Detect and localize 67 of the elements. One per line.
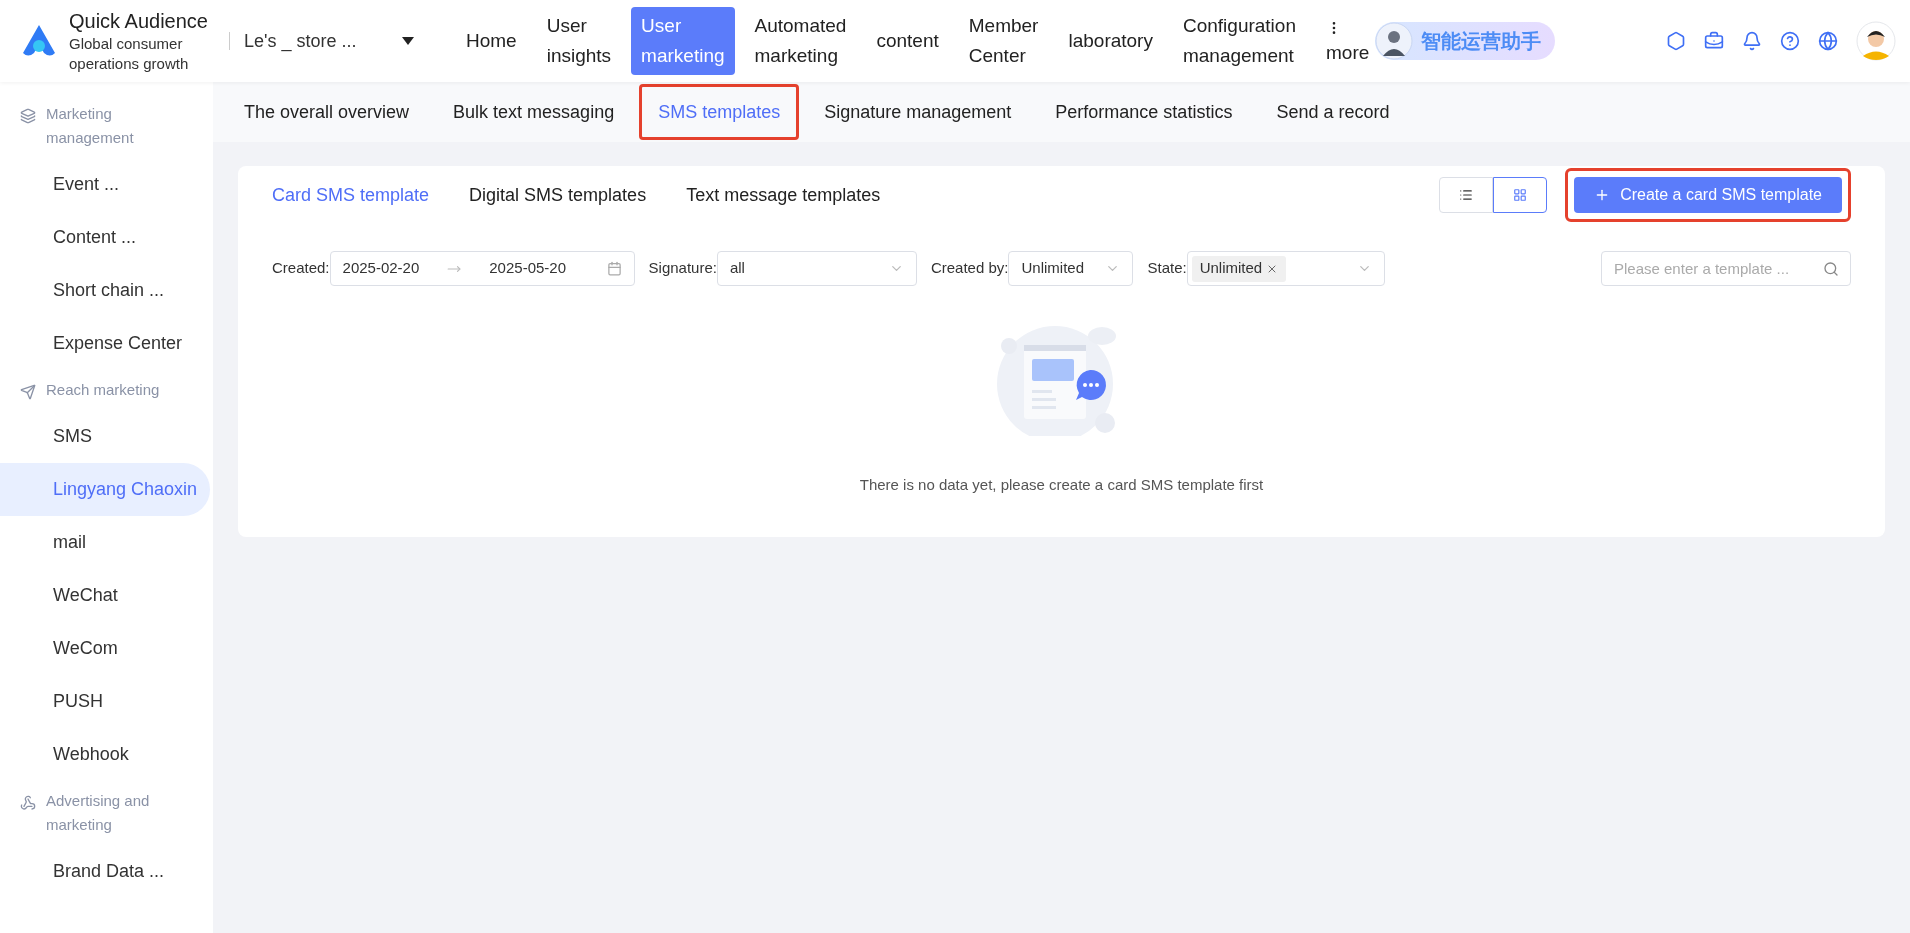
start-date: 2025-02-20 [342, 258, 420, 279]
user-avatar[interactable] [1856, 21, 1896, 61]
section-tab[interactable]: Performance statistics [1036, 84, 1252, 140]
product-title: Quick Audience [69, 9, 209, 34]
list-view-button[interactable] [1439, 177, 1494, 213]
template-tab[interactable]: Card SMS template [272, 181, 430, 209]
state-tag[interactable]: Unlimited [1191, 255, 1287, 282]
sidebar-group-title: Marketing management [46, 104, 135, 148]
store-selector[interactable]: Le's _ store ... [244, 27, 414, 55]
section-tab[interactable]: Bulk text messaging [434, 84, 634, 140]
search-icon [1823, 261, 1839, 277]
empty-state-message: There is no data yet, please create a card SMS template first [859, 475, 1264, 495]
sidebar-item[interactable]: Short chain ... [0, 264, 210, 317]
end-date: 2025-05-20 [489, 258, 566, 279]
create-template-button[interactable]: Create a card SMS template [1574, 177, 1842, 213]
help-icon[interactable] [1780, 31, 1800, 51]
section-tab[interactable]: Send a record [1257, 84, 1409, 140]
select-value: Unlimited [1021, 258, 1084, 279]
section-tab[interactable]: Signature management [805, 84, 1031, 140]
section-tab[interactable]: SMS templates [639, 84, 800, 140]
list-icon [1459, 188, 1474, 202]
product-subtitle: Global consumer operations growth [69, 34, 190, 74]
sidebar-item[interactable]: Content ... [0, 211, 210, 264]
grid-view-button[interactable] [1493, 177, 1548, 213]
search-field[interactable]: Please enter a template ... [1601, 251, 1851, 286]
nav-tab[interactable]: content [866, 22, 949, 60]
nav-tab[interactable]: User insights [536, 7, 622, 75]
sidebar-group-title: Reach marketing [46, 380, 160, 400]
nav-tab[interactable]: User marketing [631, 7, 735, 75]
sidebar-item[interactable]: SMS [0, 410, 210, 463]
grid-icon [1513, 188, 1528, 202]
filter-label: Created: [272, 258, 330, 279]
sidebar-group-title: Advertising and marketing [46, 791, 151, 835]
nav-tab[interactable]: Configuration management [1172, 7, 1306, 75]
assistant-avatar-icon [1375, 22, 1414, 60]
signature-select[interactable]: all [716, 251, 917, 286]
template-tab[interactable]: Text message templates [686, 181, 881, 209]
filter-label: Signature: [648, 258, 717, 279]
nav-tab[interactable]: Automated marketing [744, 7, 857, 75]
sidebar-item[interactable]: Brand Data ... [0, 845, 210, 898]
briefcase-icon[interactable] [1704, 31, 1724, 51]
creator-select[interactable]: Unlimited [1008, 251, 1134, 286]
sidebar-item[interactable]: WeChat [0, 569, 210, 622]
nav-tab[interactable]: laboratory [1058, 22, 1163, 60]
calendar-icon [606, 261, 622, 276]
sidebar-item[interactable]: WeCom [0, 622, 210, 675]
bell-icon[interactable] [1742, 31, 1762, 51]
group-icon [20, 795, 36, 811]
globe-icon[interactable] [1818, 31, 1838, 51]
filter-label: State: [1147, 258, 1187, 279]
sidebar-item[interactable]: Lingyang Chaoxin [0, 463, 210, 516]
dropdown-caret-icon [402, 37, 414, 45]
date-range-field[interactable]: 2025-02-20 2025-05-20 [329, 251, 635, 286]
nav-tab[interactable]: Member Center [958, 7, 1049, 75]
nav-tab[interactable]: Home [456, 22, 527, 60]
sidebar-item[interactable]: mail [0, 516, 210, 569]
sidebar-item[interactable]: PUSH [0, 675, 210, 728]
select-value: all [729, 258, 745, 279]
sidebar-item[interactable]: Expense Center [0, 317, 210, 370]
filter-label: Created by: [930, 258, 1009, 279]
sidebar-item[interactable]: Webhook [0, 728, 210, 781]
template-tab[interactable]: Digital SMS templates [469, 181, 647, 209]
group-icon [20, 384, 36, 400]
sidebar-item[interactable]: Event ... [0, 158, 210, 211]
section-tab[interactable]: The overall overview [225, 84, 429, 140]
group-icon [20, 108, 36, 124]
state-select[interactable]: Unlimited [1186, 251, 1385, 286]
